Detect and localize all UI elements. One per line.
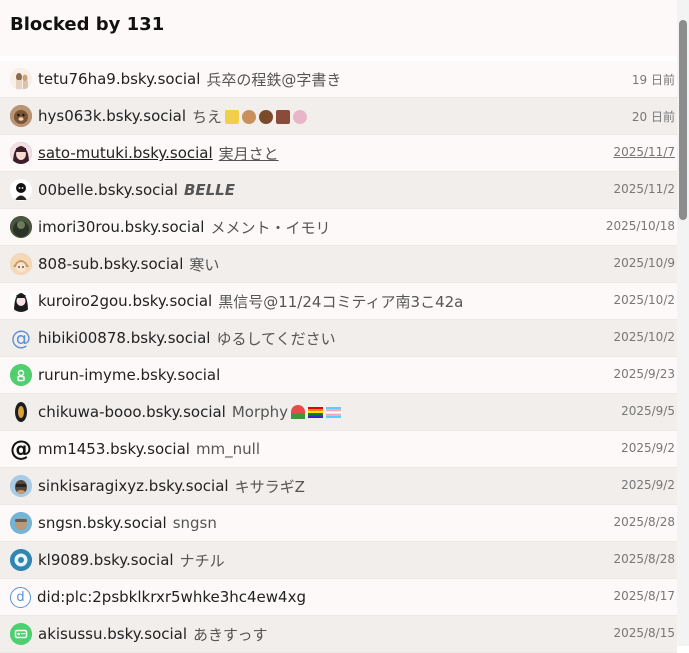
display-name: sngsn (172, 514, 217, 532)
avatar (10, 475, 32, 497)
block-date: 19 日前 (631, 73, 675, 87)
display-name: mm_null (195, 440, 261, 458)
display-name: キサラギZ (234, 477, 305, 496)
user-handle: hibiki00878.bsky.social (38, 329, 211, 347)
user-handle: sngsn.bsky.social (38, 514, 167, 532)
cheese-emoji-icon (225, 109, 240, 124)
display-name: 寒い (189, 255, 220, 274)
user-handle: tetu76ha9.bsky.social (38, 70, 201, 88)
user-handle: hys063k.bsky.social (38, 107, 187, 125)
list-item[interactable]: tetu76ha9.bsky.social 兵卒の程鉄@字書き 19 日前 (0, 61, 677, 98)
avatar (10, 549, 32, 571)
display-name: ナチル (179, 551, 225, 570)
list-item[interactable]: sato-mutuki.bsky.social 実月さと 2025/11/7 (0, 135, 677, 172)
list-item[interactable]: d did:plc:2psbklkrxr5whke3hc4ew4xg 2025/… (0, 579, 677, 616)
block-date: 2025/8/28 (613, 552, 675, 566)
block-date: 2025/11/2 (613, 182, 675, 196)
user-handle: kl9089.bsky.social (38, 551, 174, 569)
block-date: 2025/10/9 (613, 256, 675, 270)
avatar (10, 216, 32, 238)
block-date: 2025/9/2 (621, 478, 675, 492)
vertical-scrollbar[interactable] (677, 0, 689, 646)
user-handle: imori30rou.bsky.social (38, 218, 205, 236)
user-handle: akisussu.bsky.social (38, 625, 188, 643)
block-date: 2025/8/28 (613, 515, 675, 529)
display-name: 兵卒の程鉄@字書き (206, 70, 342, 89)
default-avatar-at-icon: @ (10, 438, 32, 460)
avatar (10, 68, 32, 90)
display-name: BELLE (183, 181, 235, 199)
block-date: 2025/9/5 (621, 404, 675, 418)
list-item[interactable]: @ mm1453.bsky.social mm_null 2025/9/2 (0, 431, 677, 468)
transgender-flag-icon (326, 407, 342, 418)
list-header: Blocked by 131 (0, 0, 677, 56)
avatar (10, 512, 32, 534)
list-item[interactable]: hys063k.bsky.social ちえ 20 日前 (0, 98, 677, 135)
list-item[interactable]: @ hibiki00878.bsky.social ゆるしてください 2025/… (0, 320, 677, 357)
list-item[interactable]: sinkisaragixyz.bsky.social キサラギZ 2025/9/… (0, 468, 677, 505)
block-date: 2025/10/2 (613, 293, 675, 307)
block-date: 2025/9/2 (621, 441, 675, 455)
default-avatar-card-icon (10, 623, 32, 645)
list-item[interactable]: 00belle.bsky.social BELLE 2025/11/2 (0, 172, 677, 209)
cupcake-emoji-icon (242, 109, 257, 124)
default-avatar-d-icon: d (10, 586, 31, 608)
scrollbar-thumb[interactable] (679, 20, 687, 220)
default-avatar-at-icon: @ (11, 327, 31, 349)
user-handle: 00belle.bsky.social (38, 181, 178, 199)
chestnut-emoji-icon (259, 109, 274, 124)
avatar (10, 105, 32, 127)
page-title: Blocked by 131 (10, 14, 165, 35)
list-item[interactable]: imori30rou.bsky.social メメント・イモリ 2025/10/… (0, 209, 677, 246)
list-item[interactable]: 808-sub.bsky.social 寒い 2025/10/9 (0, 246, 677, 283)
block-date: 20 日前 (631, 110, 675, 124)
chocolate-emoji-icon (276, 109, 291, 124)
watermelon-emoji-icon (291, 405, 306, 419)
list-item[interactable]: kl9089.bsky.social ナチル 2025/8/28 (0, 542, 677, 579)
display-name: 黒信号@11/24コミティア南3こ42a (218, 292, 464, 311)
list-item[interactable]: akisussu.bsky.social あきすっす 2025/8/15 (0, 616, 677, 653)
block-date: 2025/10/18 (605, 219, 675, 233)
list-item[interactable]: sngsn.bsky.social sngsn 2025/8/28 (0, 505, 677, 542)
user-handle: 808-sub.bsky.social (38, 255, 184, 273)
display-name: Morphy (232, 403, 342, 421)
avatar (10, 290, 32, 312)
list-item[interactable]: chikuwa-booo.bsky.social Morphy 2025/9/5 (0, 394, 677, 431)
user-handle: mm1453.bsky.social (38, 440, 190, 458)
user-handle-link[interactable]: sato-mutuki.bsky.social (38, 144, 213, 162)
user-handle: rurun-imyme.bsky.social (38, 366, 221, 384)
avatar (10, 142, 32, 164)
avatar (10, 179, 32, 201)
block-date: 2025/10/2 (613, 330, 675, 344)
display-name: ちえ (192, 106, 308, 127)
rainbow-flag-icon (308, 407, 324, 418)
display-name: メメント・イモリ (210, 218, 331, 237)
block-date: 2025/8/15 (613, 626, 675, 640)
avatar (10, 401, 32, 423)
shaved-ice-emoji-icon (293, 109, 308, 124)
block-date: 2025/11/7 (613, 145, 675, 159)
blocked-by-list: tetu76ha9.bsky.social 兵卒の程鉄@字書き 19 日前 hy… (0, 61, 677, 653)
avatar (10, 253, 32, 275)
block-date: 2025/8/17 (613, 589, 675, 603)
display-name: ゆるしてください (216, 329, 336, 348)
user-handle: kuroiro2gou.bsky.social (38, 292, 213, 310)
user-handle: sinkisaragixyz.bsky.social (38, 477, 229, 495)
user-handle: did:plc:2psbklkrxr5whke3hc4ew4xg (37, 588, 306, 606)
block-date: 2025/9/23 (613, 367, 675, 381)
display-name: 実月さと (218, 144, 279, 163)
list-item[interactable]: kuroiro2gou.bsky.social 黒信号@11/24コミティア南3… (0, 283, 677, 320)
user-handle: chikuwa-booo.bsky.social (38, 403, 226, 421)
display-name: あきすっす (193, 625, 268, 644)
list-item[interactable]: rurun-imyme.bsky.social 2025/9/23 (0, 357, 677, 394)
default-avatar-icon (10, 364, 32, 386)
